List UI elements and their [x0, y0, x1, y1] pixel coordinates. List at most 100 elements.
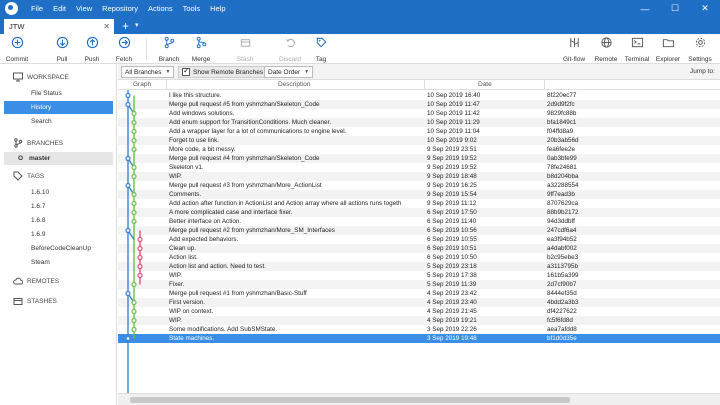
sidebar-item-tag[interactable]: Steam: [4, 256, 113, 269]
commit-row[interactable]: WIP. 9 Sep 2019 18:48 b8d204bba: [118, 172, 720, 181]
column-divider[interactable]: [544, 80, 545, 90]
push-button[interactable]: Push: [82, 36, 102, 63]
commit-node[interactable]: [131, 299, 137, 306]
commit-node[interactable]: [131, 137, 137, 144]
sidebar-item-tag[interactable]: 1.6.9: [4, 228, 113, 241]
menu-file[interactable]: File: [26, 4, 48, 13]
sidebar-item-history[interactable]: History: [4, 101, 113, 114]
commit-node[interactable]: [131, 128, 137, 135]
commit-row[interactable]: WIP on context. 4 Sep 2019 21:45 df4227622: [118, 307, 720, 316]
commit-row[interactable]: WIP. 5 Sep 2019 17:38 161b5a399: [118, 271, 720, 280]
menu-actions[interactable]: Actions: [143, 4, 178, 13]
commit-node[interactable]: [125, 101, 131, 108]
commit-row[interactable]: Merge pull request #2 from yshmzhan/More…: [118, 226, 720, 235]
remote-button[interactable]: Remote: [593, 36, 619, 63]
sidebar-item-tag[interactable]: BeforeCodeCleanUp: [4, 242, 113, 255]
commit-row[interactable]: Add windows solutions. 10 Sep 2019 11:42 9…: [118, 109, 720, 118]
commit-row[interactable]: Action list. 6 Sep 2019 10:50 b2c95ebe3: [118, 253, 720, 262]
add-tab-button[interactable]: +: [122, 19, 129, 34]
commit-row[interactable]: More code, a bit messy. 9 Sep 2019 23:51 f…: [118, 145, 720, 154]
commit-node[interactable]: [131, 164, 137, 171]
commit-node[interactable]: [131, 191, 137, 198]
horizontal-scrollbar[interactable]: [118, 393, 720, 405]
commit-node[interactable]: [131, 308, 137, 315]
minimize-button[interactable]: —: [630, 0, 660, 17]
sidebar-item-tag[interactable]: 1.6.8: [4, 214, 113, 227]
branch-master[interactable]: O master: [4, 152, 113, 165]
description-column-header[interactable]: Description: [278, 81, 311, 88]
date-column-header[interactable]: Date: [478, 81, 492, 88]
commit-node[interactable]: [131, 146, 137, 153]
commit-row[interactable]: Merge pull request #1 from yshmzhan/Basi…: [118, 289, 720, 298]
commit-row[interactable]: Forget to use link. 10 Sep 2019 9:02 20b3a…: [118, 136, 720, 145]
commit-row[interactable]: Comments. 9 Sep 2019 15:54 9ff7ead3b: [118, 190, 720, 199]
terminal-button[interactable]: Terminal: [623, 36, 651, 63]
merge-button[interactable]: Merge: [190, 36, 212, 63]
sidebar-item-tag[interactable]: 1.6.10: [4, 186, 113, 199]
column-divider[interactable]: [424, 80, 425, 90]
commit-row[interactable]: Merge pull request #5 from yshmzhan/Skel…: [118, 100, 720, 109]
commit-row[interactable]: I like this structure. 10 Sep 2019 16:40 8…: [118, 91, 720, 100]
commit-node[interactable]: [131, 119, 137, 126]
discard-button[interactable]: Discard: [278, 36, 302, 63]
commit-node[interactable]: [137, 263, 143, 270]
commit-node[interactable]: [137, 245, 143, 252]
commit-node[interactable]: [131, 200, 137, 207]
menu-repository[interactable]: Repository: [97, 4, 143, 13]
commit-row[interactable]: Some modifications. Add SubSMState. 3 Sep…: [118, 325, 720, 334]
sidebar-item-file-status[interactable]: File Status: [4, 87, 113, 100]
tab-list-dropdown-icon[interactable]: ▾: [135, 19, 139, 34]
commit-row[interactable]: Add a wrapper layer for a lot of communi…: [118, 127, 720, 136]
stash-button[interactable]: Stash: [235, 36, 255, 63]
branch-button[interactable]: Branch: [157, 36, 181, 63]
fetch-button[interactable]: Fetch: [113, 36, 135, 63]
maximize-button[interactable]: ☐: [660, 0, 690, 17]
commit-node[interactable]: [125, 290, 131, 297]
pull-button[interactable]: Pull: [52, 36, 72, 63]
tags-header[interactable]: TAGS: [0, 169, 117, 183]
graph-column-header[interactable]: Graph: [133, 81, 151, 88]
commit-node[interactable]: [131, 281, 137, 288]
commit-node[interactable]: [125, 182, 131, 189]
commit-node[interactable]: [125, 227, 131, 234]
stashes-header[interactable]: STASHES: [0, 294, 117, 308]
commit-node[interactable]: [131, 110, 137, 117]
commit-node[interactable]: [137, 254, 143, 261]
commit-row[interactable]: Merge pull request #3 from yshmzhan/More…: [118, 181, 720, 190]
commit-button[interactable]: Commit: [4, 36, 30, 63]
commit-node[interactable]: [131, 218, 137, 225]
close-window-button[interactable]: ✕: [690, 0, 720, 17]
commit-row[interactable]: A more complicated case and interface fi…: [118, 208, 720, 217]
close-tab-icon[interactable]: ✕: [103, 22, 114, 31]
menu-view[interactable]: View: [71, 4, 97, 13]
commit-row[interactable]: Fixer. 5 Sep 2019 11:39 2d7cf90b7: [118, 280, 720, 289]
show-remote-branches-toggle[interactable]: Show Remote Branches: [178, 66, 268, 78]
commit-node[interactable]: [125, 155, 131, 162]
branches-header[interactable]: BRANCHES: [0, 136, 117, 150]
explorer-button[interactable]: Explorer: [654, 36, 682, 63]
commit-row[interactable]: WIP. 4 Sep 2019 19:21 fc5f6fd8d: [118, 316, 720, 325]
branch-filter-dropdown[interactable]: All Branches ▼: [121, 66, 175, 78]
commit-row[interactable]: Action list and action. Need to test. 5 S…: [118, 262, 720, 271]
commit-node[interactable]: [131, 209, 137, 216]
order-dropdown[interactable]: Date Order ▼: [264, 66, 314, 78]
menu-edit[interactable]: Edit: [48, 4, 71, 13]
tab-repository[interactable]: JTW ✕: [4, 19, 114, 34]
remotes-header[interactable]: REMOTES: [0, 274, 117, 288]
scrollbar-thumb[interactable]: [130, 397, 570, 403]
commit-node[interactable]: [125, 335, 131, 342]
menu-tools[interactable]: Tools: [178, 4, 206, 13]
commit-node[interactable]: [137, 272, 143, 279]
gitflow-button[interactable]: Git-flow: [560, 36, 588, 63]
workspace-header[interactable]: WORKSPACE: [0, 70, 117, 84]
commit-row[interactable]: Better interface on Action. 6 Sep 2019 11…: [118, 217, 720, 226]
commit-node[interactable]: [131, 317, 137, 324]
commit-row[interactable]: Merge pull request #4 from yshmzhan/Skel…: [118, 154, 720, 163]
commit-node[interactable]: [137, 236, 143, 243]
menu-help[interactable]: Help: [205, 4, 230, 13]
commit-row[interactable]: Add action after function in ActionList …: [118, 199, 720, 208]
commit-row[interactable]: Clean up. 6 Sep 2019 10:51 a4dabf002: [118, 244, 720, 253]
commit-row[interactable]: Add expected behaviors. 6 Sep 2019 10:55 e…: [118, 235, 720, 244]
commit-row[interactable]: State machines. 3 Sep 2019 19:48 bf1d0d35e: [118, 334, 720, 343]
commit-node[interactable]: [131, 173, 137, 180]
